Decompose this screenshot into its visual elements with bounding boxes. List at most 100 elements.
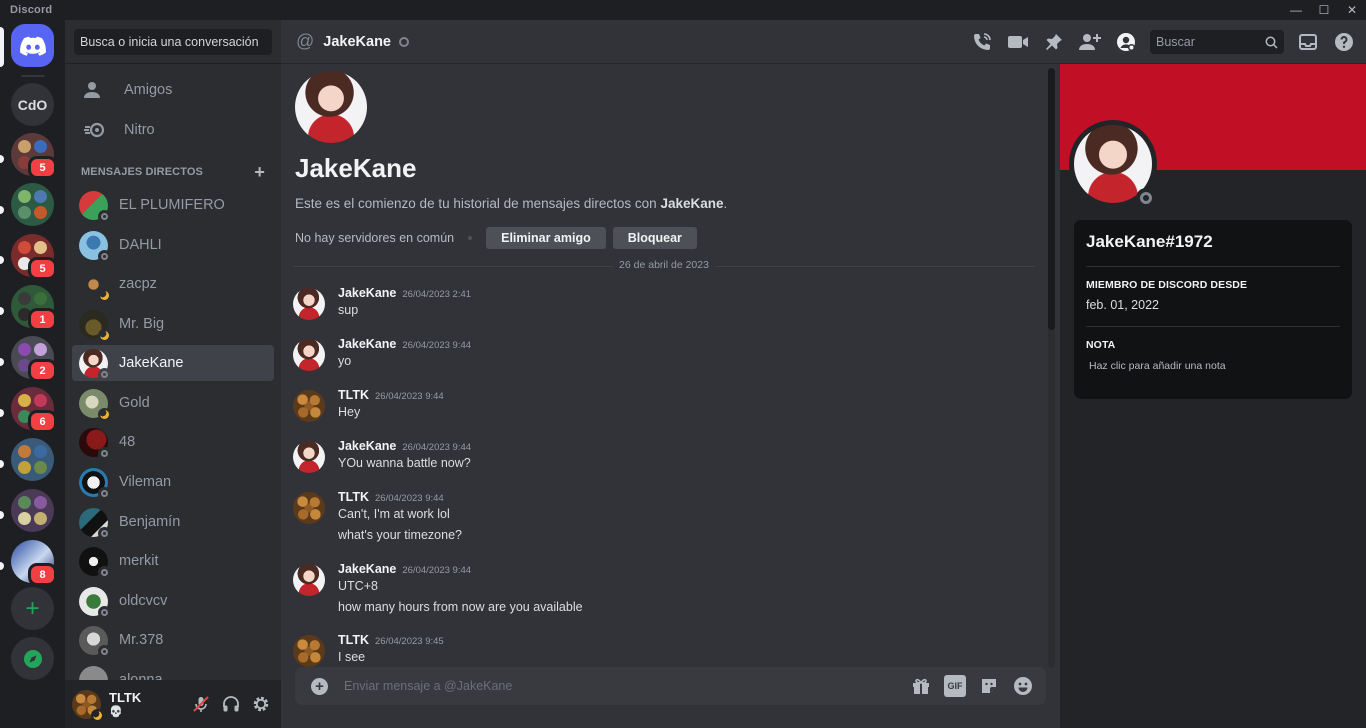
message-timestamp: 26/04/2023 2:41 [402, 289, 472, 300]
chat-scrollbar[interactable] [1048, 68, 1055, 668]
dm-item-vileman[interactable]: Vileman [72, 464, 274, 500]
dm-item-oldcvcv[interactable]: oldcvcv [72, 583, 274, 619]
server-10[interactable]: 8 [11, 540, 57, 586]
attach-plus-icon[interactable]: + [311, 677, 328, 695]
server-folder-8[interactable] [11, 438, 54, 481]
recipient-status-icon [399, 36, 409, 47]
avatar [79, 507, 111, 540]
close-button[interactable]: ✕ [1338, 0, 1366, 20]
message-header: TLTK 26/04/2023 9:44 [338, 388, 444, 402]
remove-friend-button[interactable]: Eliminar amigo [486, 227, 606, 249]
video-call-icon[interactable] [1006, 30, 1030, 54]
message-avatar[interactable] [293, 492, 325, 524]
server-cdo[interactable]: CdO [11, 83, 54, 126]
dm-item-48[interactable]: 48 [72, 424, 274, 460]
message-content: Can't, I'm at work lol [338, 507, 450, 521]
pinned-messages-icon[interactable] [1042, 30, 1066, 54]
dm-item-mr378[interactable]: Mr.378 [72, 622, 274, 658]
composer-placeholder[interactable]: Enviar mensaje a @JakeKane [344, 679, 512, 693]
inbox-icon[interactable] [1296, 30, 1320, 54]
message-avatar[interactable] [293, 339, 325, 371]
note-input[interactable]: Haz clic para añadir una nota [1089, 360, 1340, 372]
mention-badge: 5 [28, 257, 57, 280]
dm-item-label: merkit [119, 553, 159, 569]
headphones-icon[interactable] [221, 694, 241, 714]
message-composer[interactable]: + Enviar mensaje a @JakeKane GIF [295, 667, 1046, 705]
header-toolbar: Buscar [970, 30, 1356, 54]
header-search-input[interactable]: Buscar [1150, 30, 1284, 54]
message-author[interactable]: JakeKane [338, 439, 396, 453]
composer-icons: GIF [910, 675, 1034, 697]
server-folder-6[interactable]: 2 [11, 336, 57, 382]
message-avatar[interactable] [293, 441, 325, 473]
home-button[interactable] [11, 24, 54, 67]
server-rail: CdO 5 5 1 2 6 8 + [0, 20, 65, 728]
discord-logo-icon [19, 36, 46, 56]
folder-icons [11, 183, 54, 226]
user-avatar[interactable] [72, 689, 104, 722]
user-name: TLTK [109, 690, 142, 705]
message-author[interactable]: JakeKane [338, 562, 396, 576]
dm-item-zacpz[interactable]: zacpz [72, 266, 274, 302]
explore-servers-button[interactable] [11, 637, 54, 680]
dm-item-el-plumifero[interactable]: EL PLUMIFERO [72, 187, 274, 223]
create-dm-icon[interactable]: + [254, 163, 265, 181]
minimize-button[interactable]: — [1282, 0, 1310, 20]
compass-icon [23, 649, 42, 668]
profile-username: JakeKane#1972 [1086, 232, 1213, 251]
dm-search-input[interactable]: Busca o inicia una conversación [74, 28, 272, 55]
message-author[interactable]: TLTK [338, 490, 369, 504]
dm-item-merkit[interactable]: merkit [72, 543, 274, 579]
help-icon[interactable] [1332, 30, 1356, 54]
add-friends-to-dm-icon[interactable] [1078, 30, 1102, 54]
server-folder-2[interactable]: 5 [11, 133, 57, 179]
message-author[interactable]: JakeKane [338, 337, 396, 351]
voice-call-icon[interactable] [970, 30, 994, 54]
message-avatar[interactable] [293, 564, 325, 596]
avatar [79, 546, 111, 579]
dm-item-dahli[interactable]: DAHLI [72, 227, 274, 263]
emoji-icon[interactable] [1012, 675, 1034, 697]
message-content: Hey [338, 405, 361, 419]
dm-search-bar: Busca o inicia una conversación [65, 20, 281, 64]
user-info[interactable]: TLTK 💀 [109, 690, 141, 718]
avatar [79, 309, 111, 342]
add-server-button[interactable]: + [11, 587, 54, 630]
dm-item-mr-big[interactable]: Mr. Big [72, 306, 274, 342]
server-cdo-label: CdO [17, 96, 48, 113]
server-folder-4[interactable]: 5 [11, 234, 57, 280]
nav-friends[interactable]: Amigos [72, 72, 274, 108]
gif-label: GIF [944, 675, 966, 697]
message-timestamp: 26/04/2023 9:44 [375, 391, 444, 402]
message-author[interactable]: JakeKane [338, 286, 396, 300]
message-avatar[interactable] [293, 288, 325, 320]
gif-icon[interactable]: GIF [944, 675, 966, 697]
gift-icon[interactable] [910, 675, 932, 697]
settings-gear-icon[interactable] [251, 694, 271, 714]
sticker-icon[interactable] [978, 675, 1000, 697]
status-idle-icon [98, 288, 111, 302]
message-avatar[interactable] [293, 635, 325, 667]
scrollbar-thumb[interactable] [1048, 68, 1055, 330]
message-content: yo [338, 354, 352, 368]
dm-item-jakekane[interactable]: JakeKane [72, 345, 274, 381]
user-profile-toggle-icon[interactable] [1114, 30, 1138, 54]
mute-mic-icon[interactable] [191, 694, 211, 714]
message-author[interactable]: TLTK [338, 633, 369, 647]
message-header: JakeKane 26/04/2023 9:44 [338, 562, 471, 576]
server-folder-9[interactable] [11, 489, 54, 532]
header-search-placeholder: Buscar [1156, 35, 1195, 49]
message-avatar[interactable] [293, 390, 325, 422]
dm-item-benjamin[interactable]: Benjamín [72, 504, 274, 540]
block-button[interactable]: Bloquear [612, 227, 697, 249]
message-author[interactable]: TLTK [338, 388, 369, 402]
server-folder-7[interactable]: 6 [11, 387, 57, 433]
maximize-button[interactable]: ☐ [1310, 0, 1338, 20]
message-header: JakeKane 26/04/2023 9:44 [338, 439, 471, 453]
folder-icons [11, 438, 54, 481]
nav-nitro[interactable]: Nitro [72, 112, 274, 148]
divider [1086, 266, 1340, 267]
server-folder-3[interactable] [11, 183, 54, 226]
server-folder-5[interactable]: 1 [11, 285, 57, 331]
dm-item-gold[interactable]: Gold [72, 385, 274, 421]
